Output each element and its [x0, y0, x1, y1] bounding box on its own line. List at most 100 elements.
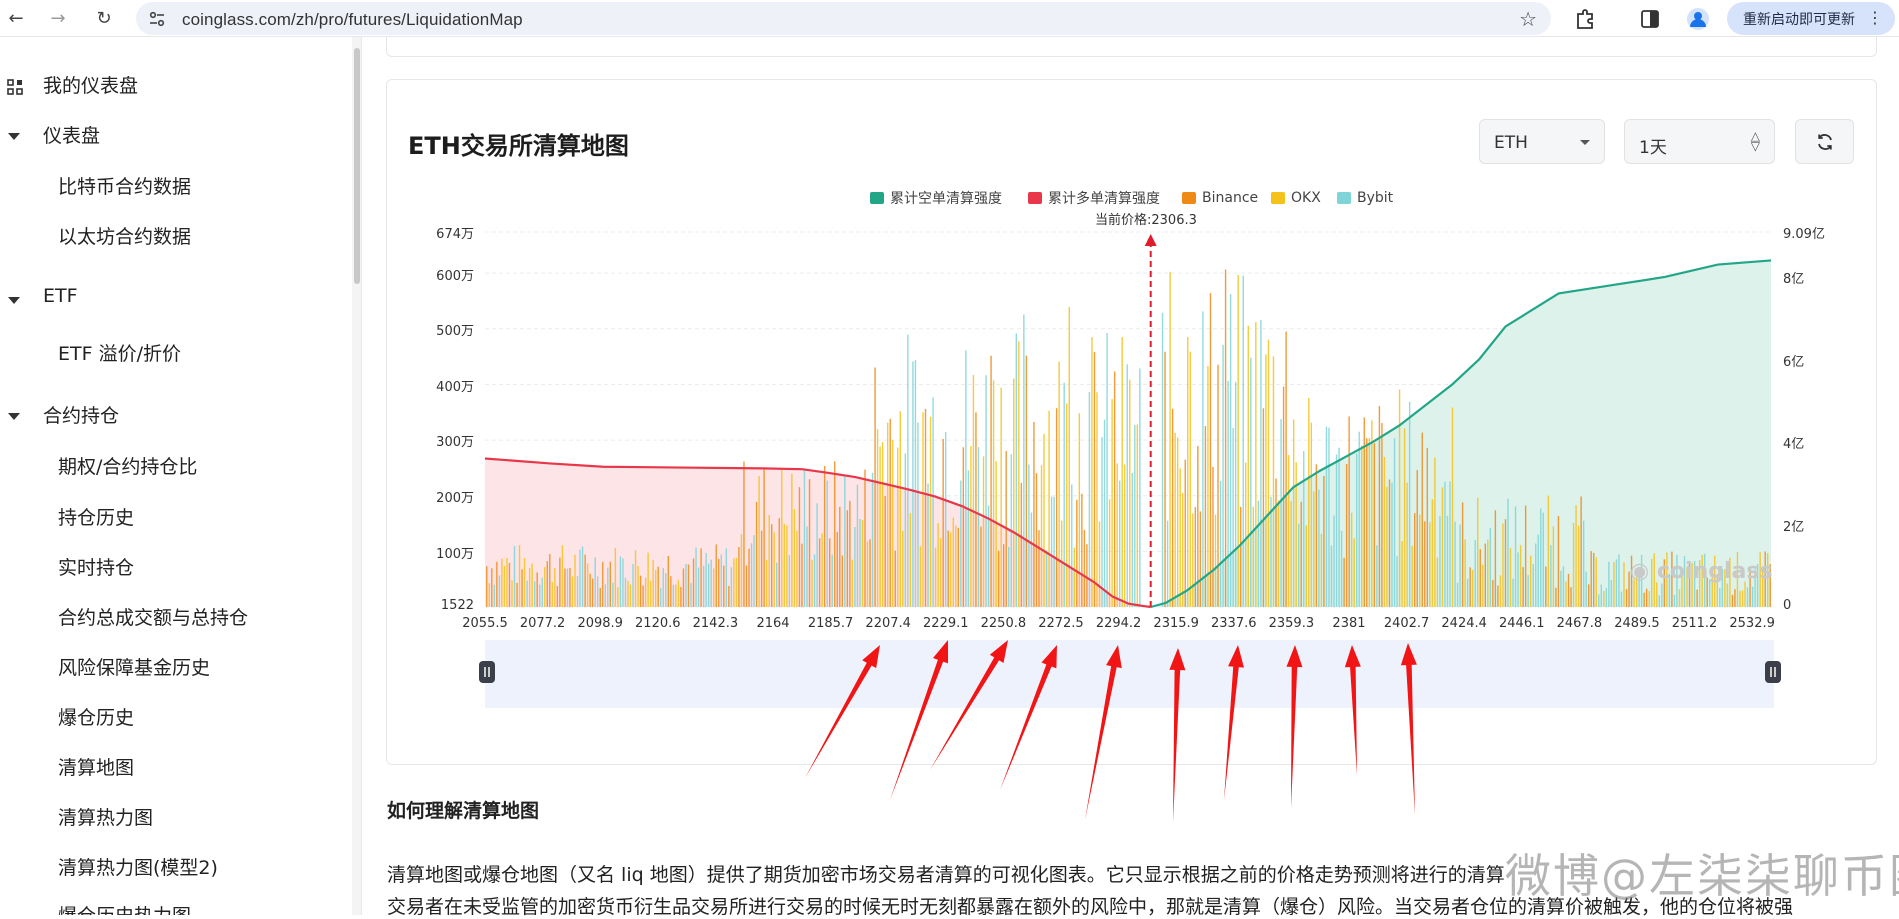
liquidation-bar: [1408, 401, 1411, 607]
liquidation-bar: [1469, 567, 1471, 607]
liquidation-bar: [1108, 499, 1111, 607]
liquidation-bar: [735, 557, 738, 607]
liquidation-bar: [1320, 533, 1323, 607]
liquidation-bar: [584, 554, 586, 607]
x-axis-tick: 2337.6: [1211, 616, 1257, 631]
liquidation-bar: [902, 530, 904, 607]
liquidation-bar: [1043, 433, 1045, 607]
liquidation-bar: [1431, 499, 1434, 607]
liquidation-bar: [1333, 515, 1335, 607]
liquidation-bar: [1053, 496, 1055, 607]
liquidation-bar: [768, 514, 770, 607]
zoom-slider-left-handle[interactable]: [479, 661, 495, 683]
liquidation-bar: [549, 554, 551, 607]
liquidation-bar: [1499, 575, 1502, 607]
liquidation-bar: [622, 558, 624, 607]
liquidation-bar: [1257, 500, 1260, 607]
liquidation-bar: [776, 562, 778, 607]
liquidation-chart[interactable]: [0, 0, 1899, 915]
liquidation-bar: [665, 573, 667, 607]
liquidation-bar: [869, 539, 871, 607]
liquidation-bar: [1262, 408, 1265, 607]
liquidation-bar: [1587, 584, 1590, 607]
liquidation-bar: [685, 563, 687, 607]
x-axis-tick: 2446.1: [1499, 616, 1545, 631]
liquidation-bar: [1060, 520, 1063, 607]
liquidation-bar: [581, 546, 584, 607]
liquidation-bar: [927, 483, 929, 607]
liquidation-bar: [644, 577, 647, 607]
liquidation-bar: [783, 523, 786, 607]
liquidation-bar: [1731, 594, 1734, 607]
liquidation-bar: [569, 567, 571, 607]
liquidation-bar: [1401, 541, 1403, 607]
zoom-slider-track[interactable]: [485, 640, 1774, 708]
liquidation-bar: [1403, 428, 1406, 607]
liquidation-bar: [1396, 556, 1398, 607]
liquidation-bar: [1121, 337, 1123, 607]
liquidation-bar: [624, 577, 627, 607]
liquidation-bar: [1030, 512, 1033, 607]
liquidation-bar: [1240, 506, 1242, 607]
liquidation-bar: [1378, 405, 1381, 607]
liquidation-bar: [516, 582, 518, 607]
liquidation-bar: [874, 367, 876, 607]
liquidation-bar: [904, 453, 907, 607]
liquidation-bar: [501, 558, 503, 607]
x-axis-tick: 2120.6: [635, 616, 681, 631]
liquidation-bar: [609, 561, 612, 607]
liquidation-bar: [1237, 275, 1239, 607]
liquidation-bar: [879, 446, 881, 607]
x-axis-tick: 2250.8: [980, 616, 1027, 631]
liquidation-bar: [992, 380, 995, 607]
liquidation-bar: [914, 359, 917, 607]
liquidation-bar: [1542, 512, 1544, 607]
liquidation-bar: [1045, 549, 1048, 607]
liquidation-bar: [1386, 486, 1388, 607]
liquidation-bar: [1494, 510, 1497, 607]
liquidation-bar: [1250, 357, 1252, 607]
liquidation-bar: [1048, 410, 1050, 607]
liquidation-bar: [1552, 526, 1555, 607]
liquidation-bar: [1260, 319, 1262, 607]
liquidation-bar: [1171, 408, 1174, 607]
liquidation-bar: [1217, 364, 1219, 607]
liquidation-bar: [801, 543, 803, 607]
liquidation-bar: [1368, 438, 1371, 607]
liquidation-bar: [1451, 407, 1454, 607]
liquidation-bar: [1661, 583, 1663, 607]
liquidation-bar: [1555, 587, 1557, 607]
liquidation-bar: [1615, 559, 1618, 607]
liquidation-bar: [811, 559, 813, 607]
liquidation-bar: [1524, 505, 1527, 607]
liquidation-bar: [965, 350, 967, 607]
liquidation-bar: [831, 554, 833, 607]
liquidation-bar: [1350, 512, 1353, 607]
liquidation-bar: [977, 447, 980, 607]
liquidation-bar: [1381, 423, 1383, 607]
liquidation-bar: [513, 545, 516, 607]
liquidation-bar: [912, 361, 914, 607]
liquidation-bar: [733, 558, 735, 607]
liquidation-bar: [1207, 365, 1209, 607]
liquidation-bar: [1013, 378, 1015, 607]
liquidation-bar: [1567, 573, 1570, 607]
zoom-slider-right-handle[interactable]: [1765, 661, 1781, 683]
liquidation-bar: [760, 530, 763, 607]
liquidation-bar: [634, 550, 637, 607]
liquidation-bar: [1101, 437, 1103, 607]
liquidation-bar: [849, 500, 851, 607]
liquidation-bar: [987, 505, 990, 607]
liquidation-bar: [1353, 538, 1355, 607]
liquidation-bar: [1166, 520, 1169, 607]
liquidation-bar: [972, 374, 975, 607]
section-heading: 如何理解清算地图: [387, 800, 540, 822]
liquidation-bar: [955, 525, 957, 607]
liquidation-bar: [758, 476, 760, 607]
liquidation-bar: [486, 566, 488, 607]
liquidation-bar: [919, 546, 922, 607]
liquidation-bar: [1540, 508, 1542, 607]
liquidation-bar: [498, 575, 501, 607]
liquidation-bar: [1507, 498, 1509, 607]
liquidation-bar: [763, 468, 765, 607]
